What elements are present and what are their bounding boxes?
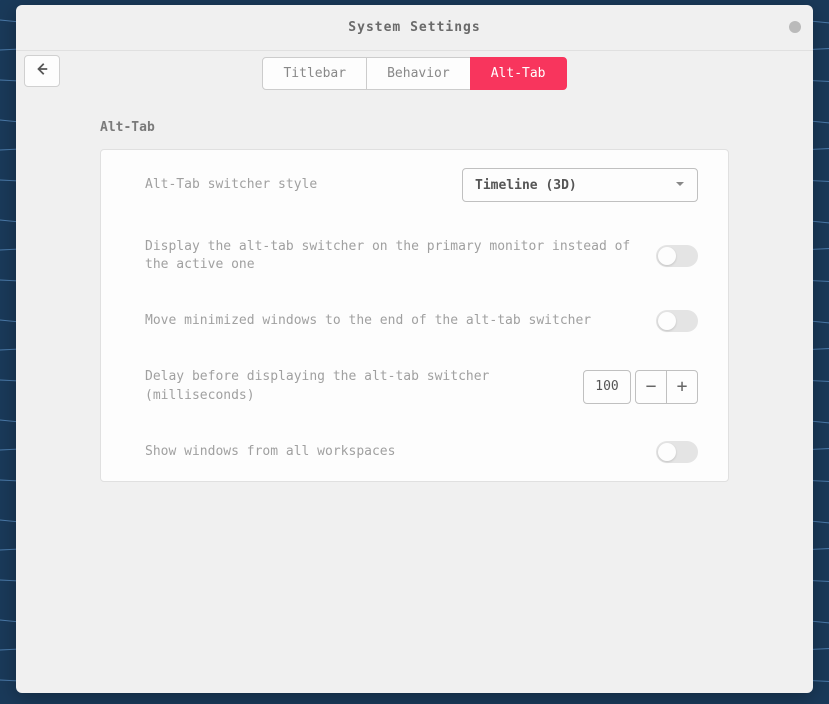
row-primary-monitor: Display the alt-tab switcher on the prim… [101, 220, 728, 292]
content-area: Alt-Tab Alt-Tab switcher style Timeline … [16, 90, 813, 693]
row-all-workspaces: Show windows from all workspaces [101, 423, 728, 481]
move-minimized-toggle[interactable] [656, 310, 698, 332]
switcher-style-dropdown[interactable]: Timeline (3D) [462, 168, 698, 202]
tab-alt-tab[interactable]: Alt-Tab [470, 57, 567, 90]
tab-bar: Titlebar Behavior Alt-Tab [16, 57, 813, 90]
dropdown-value: Timeline (3D) [475, 178, 577, 193]
window-header: System Settings [16, 5, 813, 51]
move-minimized-label: Move minimized windows to the end of the… [145, 312, 636, 330]
settings-window: System Settings Titlebar Behavior Alt-Ta… [16, 5, 813, 693]
delay-label: Delay before displaying the alt-tab swit… [145, 368, 563, 404]
row-delay: Delay before displaying the alt-tab swit… [101, 350, 728, 422]
back-button[interactable] [24, 55, 60, 87]
section-title: Alt-Tab [100, 120, 729, 135]
tab-titlebar[interactable]: Titlebar [262, 57, 367, 90]
delay-decrement-button[interactable]: − [635, 370, 667, 404]
all-workspaces-toggle[interactable] [656, 441, 698, 463]
primary-monitor-toggle[interactable] [656, 245, 698, 267]
settings-panel: Alt-Tab switcher style Timeline (3D) Dis… [100, 149, 729, 482]
delay-input[interactable] [583, 370, 631, 404]
row-switcher-style: Alt-Tab switcher style Timeline (3D) [101, 150, 728, 220]
plus-icon: + [677, 376, 688, 397]
close-button[interactable] [789, 21, 801, 33]
all-workspaces-label: Show windows from all workspaces [145, 443, 636, 461]
delay-stepper: − + [583, 370, 698, 404]
switcher-style-label: Alt-Tab switcher style [145, 176, 442, 194]
minus-icon: − [646, 376, 657, 397]
back-arrow-icon [35, 62, 49, 80]
row-move-minimized: Move minimized windows to the end of the… [101, 292, 728, 350]
delay-increment-button[interactable]: + [666, 370, 698, 404]
chevron-down-icon [675, 178, 685, 193]
window-title: System Settings [348, 20, 480, 35]
tab-behavior[interactable]: Behavior [366, 57, 471, 90]
primary-monitor-label: Display the alt-tab switcher on the prim… [145, 238, 636, 274]
